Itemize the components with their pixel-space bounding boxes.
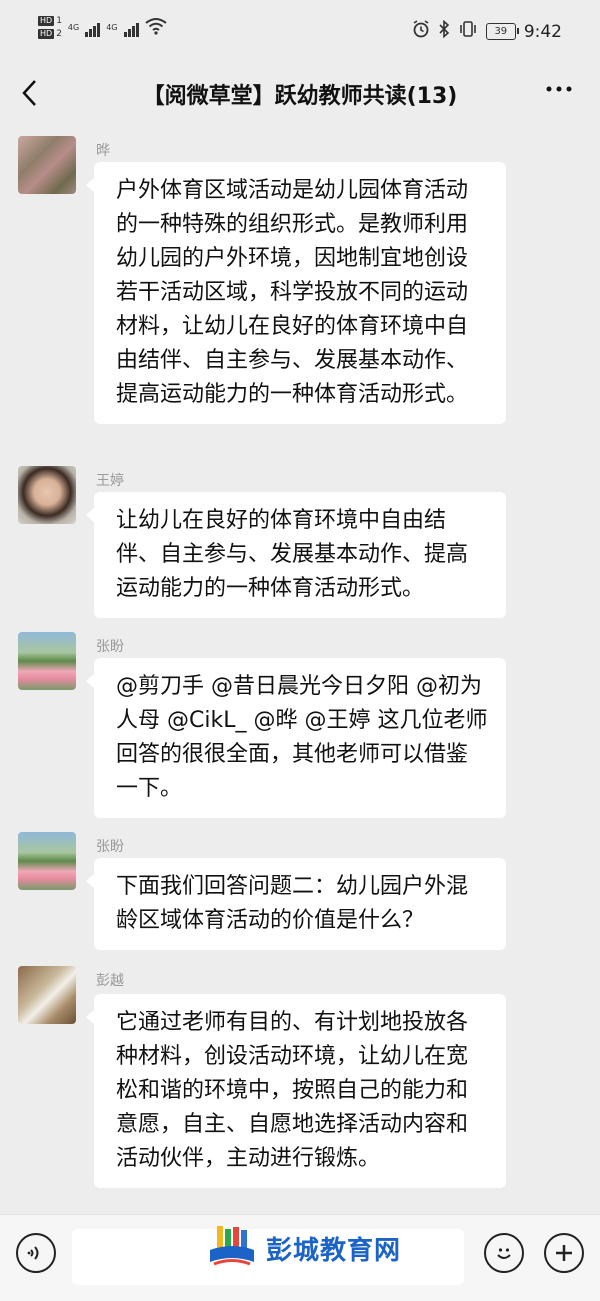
avatar[interactable] bbox=[18, 832, 76, 890]
message-bubble[interactable]: 让幼儿在良好的体育环境中自由结伴、自主参与、发展基本动作、提高运动能力的一种体育… bbox=[86, 492, 506, 618]
signal-icon bbox=[123, 19, 139, 37]
chat-header: 【阅微草堂】跃幼教师共读(13) bbox=[0, 66, 600, 124]
avatar[interactable] bbox=[18, 466, 76, 524]
message-bubble[interactable]: 户外体育区域活动是幼儿园体育活动的一种特殊的组织形式。是教师利用幼儿园的户外环境… bbox=[86, 162, 506, 424]
voice-icon[interactable] bbox=[16, 1233, 56, 1273]
emoji-icon[interactable] bbox=[484, 1233, 524, 1273]
alarm-icon bbox=[412, 20, 430, 43]
sender-name: 王婷 bbox=[96, 473, 124, 489]
message-bubble[interactable]: 下面我们回答问题二：幼儿园户外混龄区域体育活动的价值是什么？ bbox=[86, 858, 506, 950]
watermark-text: 彭城教育网 bbox=[266, 1235, 402, 1266]
status-right: 39 9:42 bbox=[412, 19, 562, 43]
sender-name: 晔 bbox=[96, 143, 110, 159]
avatar[interactable] bbox=[18, 632, 76, 690]
battery-icon: 39 bbox=[485, 23, 519, 40]
more-icon[interactable] bbox=[544, 74, 574, 110]
sender-name: 张盼 bbox=[96, 639, 124, 655]
hd-indicator-2: HD 2 bbox=[38, 29, 62, 39]
signal-icon bbox=[85, 19, 101, 37]
sender-name: 彭越 bbox=[96, 973, 124, 989]
avatar[interactable] bbox=[18, 136, 76, 194]
network-type-1: 4G bbox=[67, 23, 80, 32]
message-bubble[interactable]: @剪刀手 @昔日晨光今日夕阳 @初为人母 @CikL_ @晔 @王婷 这几位老师… bbox=[86, 658, 506, 818]
bluetooth-icon bbox=[438, 19, 450, 43]
clock: 9:42 bbox=[523, 21, 562, 42]
watermark: 彭城教育网 bbox=[208, 1224, 401, 1272]
plus-icon[interactable] bbox=[544, 1233, 584, 1273]
wifi-icon bbox=[144, 17, 167, 39]
message-bubble[interactable]: 它通过老师有目的、有计划地投放各种材料，创设活动环境，让幼儿在宽松和谐的环境中，… bbox=[86, 994, 506, 1188]
avatar[interactable] bbox=[18, 966, 76, 1024]
vibrate-icon bbox=[458, 20, 478, 43]
status-bar: HD 1 HD 2 4G 4G 39 9:42 bbox=[0, 0, 600, 66]
sender-name: 张盼 bbox=[96, 839, 124, 855]
book-logo-icon bbox=[208, 1224, 256, 1272]
hd-indicator-1: HD 1 bbox=[38, 16, 62, 26]
network-type-2: 4G bbox=[106, 23, 118, 32]
chat-title: 【阅微草堂】跃幼教师共读(13) bbox=[142, 84, 458, 109]
signal-group: HD 1 HD 2 4G 4G bbox=[38, 16, 167, 39]
